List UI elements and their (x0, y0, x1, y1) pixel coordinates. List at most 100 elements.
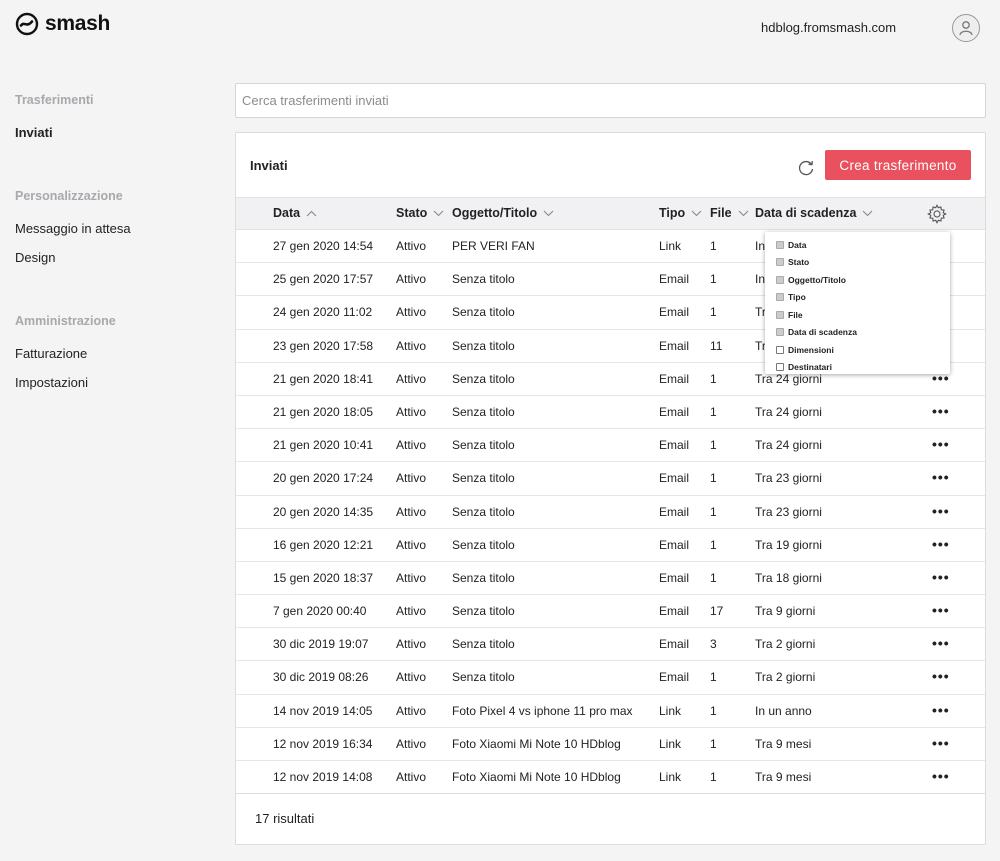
refresh-icon[interactable] (796, 158, 816, 178)
checkbox-checked[interactable] (776, 310, 784, 319)
cell-file: 17 (710, 604, 724, 619)
cell-stato: Attivo (396, 637, 427, 652)
table-row[interactable]: 20 gen 2020 14:35 Attivo Senza titolo Email… (236, 496, 985, 529)
cell-scadenza: Tra 23 giorni (755, 471, 822, 486)
column-option[interactable]: File (776, 306, 950, 324)
column-option[interactable]: Tipo (776, 289, 950, 307)
checkbox-unchecked[interactable] (776, 363, 784, 372)
column-option[interactable]: Destinatari (776, 359, 950, 377)
cell-stato: Attivo (396, 239, 427, 253)
table-row[interactable]: 20 gen 2020 17:24 Attivo Senza titolo Email… (236, 462, 985, 496)
cell-data: 12 nov 2019 14:08 (273, 770, 373, 784)
column-header-data[interactable]: Data (273, 198, 317, 229)
checkbox-unchecked[interactable] (776, 345, 784, 354)
cell-stato: Attivo (396, 504, 427, 519)
cell-oggetto: Senza titolo (452, 305, 515, 320)
avatar[interactable] (952, 14, 980, 42)
cell-oggetto: Senza titolo (452, 371, 515, 386)
search-input[interactable] (235, 83, 986, 118)
checkbox-checked[interactable] (776, 293, 784, 302)
column-header-file[interactable]: File (710, 198, 749, 229)
column-option[interactable]: Data di scadenza (776, 324, 950, 342)
more-horizontal-icon[interactable]: ••• (932, 462, 950, 492)
table-row[interactable]: 30 dic 2019 19:07 Attivo Senza titolo Email… (236, 628, 985, 662)
cell-data: 15 gen 2020 18:37 (273, 570, 374, 585)
more-horizontal-icon[interactable]: ••• (932, 661, 950, 691)
cell-oggetto: PER VERI FAN (452, 239, 535, 253)
table-row[interactable]: 30 dic 2019 08:26 Attivo Senza titolo Email… (236, 661, 985, 695)
cell-data: 16 gen 2020 12:21 (273, 537, 374, 552)
cell-oggetto: Senza titolo (452, 471, 515, 486)
cell-file: 1 (710, 371, 717, 386)
more-horizontal-icon[interactable]: ••• (932, 529, 950, 559)
cell-file: 1 (710, 305, 717, 320)
logo[interactable]: smash (15, 12, 110, 36)
more-horizontal-icon[interactable]: ••• (932, 728, 950, 758)
cell-stato: Attivo (396, 438, 427, 453)
column-option[interactable]: Dimensioni (776, 341, 950, 359)
sidebar-item-design[interactable]: Design (15, 250, 55, 266)
chevron-down-icon (433, 210, 444, 217)
table-row[interactable]: 16 gen 2020 12:21 Attivo Senza titolo Email… (236, 529, 985, 562)
checkbox-checked[interactable] (776, 258, 784, 267)
cell-data: 21 gen 2020 10:41 (273, 438, 374, 453)
sidebar-item-fatturazione[interactable]: Fatturazione (15, 346, 87, 362)
column-header-stato[interactable]: Stato (396, 198, 444, 229)
checkbox-checked[interactable] (776, 240, 784, 249)
table-row[interactable]: 21 gen 2020 10:41 Attivo Senza titolo Email… (236, 429, 985, 463)
checkbox-checked[interactable] (776, 275, 784, 284)
cell-tipo: Link (659, 703, 682, 718)
column-header-oggetto[interactable]: Oggetto/Titolo (452, 198, 554, 229)
cell-data: 14 nov 2019 14:05 (273, 703, 373, 718)
table-row[interactable]: 7 gen 2020 00:40 Attivo Senza titolo Email 1… (236, 595, 985, 629)
sidebar-item-inviati[interactable]: Inviati (15, 125, 53, 141)
gear-icon[interactable] (926, 203, 948, 225)
more-horizontal-icon[interactable]: ••• (932, 761, 950, 791)
table-row[interactable]: 12 nov 2019 14:08 Attivo Foto Xiaomi Mi No… (236, 761, 985, 795)
column-option-label: File (788, 309, 803, 320)
card-title: Inviati (250, 158, 288, 173)
column-header-scadenza[interactable]: Data di scadenza (755, 198, 873, 229)
create-transfer-button[interactable]: Crea trasferimento (825, 150, 971, 180)
cell-scadenza: Tra 2 giorni (755, 637, 816, 652)
more-horizontal-icon[interactable]: ••• (932, 595, 950, 625)
column-header-tipo[interactable]: Tipo (659, 198, 702, 229)
more-horizontal-icon[interactable]: ••• (932, 429, 950, 459)
cell-stato: Attivo (396, 404, 427, 419)
cell-data: 24 gen 2020 11:02 (273, 305, 373, 320)
table-row[interactable]: 12 nov 2019 16:34 Attivo Foto Xiaomi Mi No… (236, 728, 985, 761)
table-row[interactable]: 15 gen 2020 18:37 Attivo Senza titolo Email… (236, 562, 985, 596)
checkbox-checked[interactable] (776, 328, 784, 337)
column-option-label: Tipo (788, 292, 806, 303)
cell-file: 11 (710, 338, 723, 353)
column-visibility-menu: Data Stato Oggetto/Titolo Tipo File Data di s… (765, 232, 950, 374)
cell-file: 1 (710, 703, 717, 718)
cell-file: 1 (710, 736, 717, 751)
sidebar-item-impostazioni[interactable]: Impostazioni (15, 375, 88, 391)
results-count: 17 risultati (255, 811, 315, 826)
column-label-tipo: Tipo (659, 206, 686, 220)
column-option-label: Dimensioni (788, 344, 834, 355)
cell-file: 1 (710, 570, 717, 585)
cell-tipo: Email (659, 637, 690, 652)
cell-stato: Attivo (396, 604, 427, 619)
cell-stato: Attivo (396, 770, 427, 784)
chevron-down-icon (691, 210, 702, 217)
sidebar-item-messaggio-in-attesa[interactable]: Messaggio in attesa (15, 221, 131, 237)
sidebar-section-personalizzazione: Personalizzazione (15, 189, 123, 203)
cell-stato: Attivo (396, 537, 427, 552)
cell-stato: Attivo (396, 736, 427, 751)
more-horizontal-icon[interactable]: ••• (932, 496, 950, 526)
more-horizontal-icon[interactable]: ••• (932, 628, 950, 658)
column-option[interactable]: Data (776, 236, 950, 254)
column-option[interactable]: Oggetto/Titolo (776, 271, 950, 289)
more-horizontal-icon[interactable]: ••• (932, 396, 950, 426)
more-horizontal-icon[interactable]: ••• (932, 695, 950, 725)
cell-oggetto: Senza titolo (452, 537, 515, 552)
sidebar-section-trasferimenti: Trasferimenti (15, 93, 94, 107)
table-row[interactable]: 21 gen 2020 18:05 Attivo Senza titolo Email… (236, 396, 985, 430)
table-row[interactable]: 14 nov 2019 14:05 Attivo Foto Pixel 4 vs i… (236, 695, 985, 728)
column-option[interactable]: Stato (776, 254, 950, 272)
more-horizontal-icon[interactable]: ••• (932, 562, 950, 592)
cell-oggetto: Foto Pixel 4 vs iphone 11 pro max (452, 703, 633, 718)
